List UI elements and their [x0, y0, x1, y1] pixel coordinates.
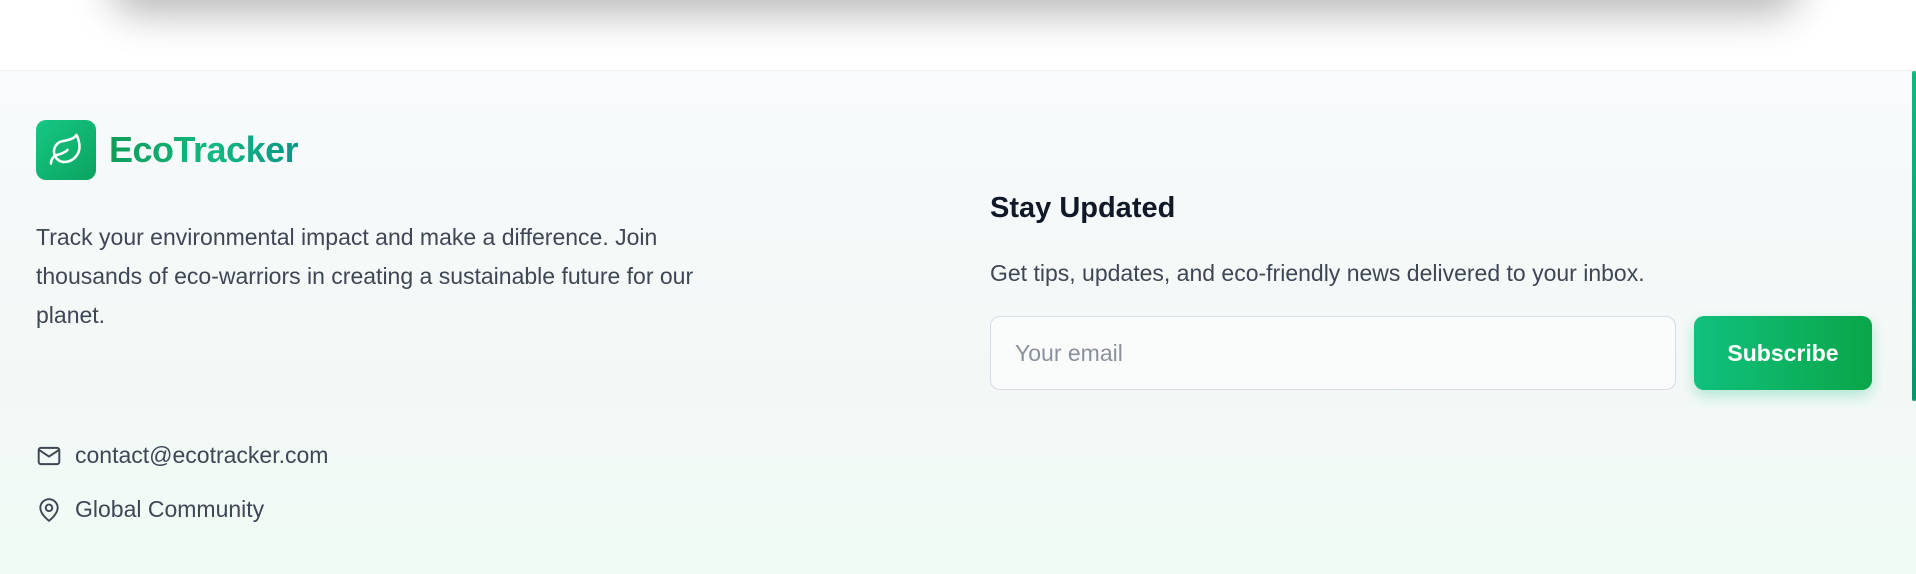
newsletter-description: Get tips, updates, and eco-friendly news… [990, 260, 1645, 286]
contact-email-link[interactable]: contact@ecotracker.com [75, 442, 328, 469]
contact-location-row: Global Community [36, 496, 264, 523]
newsletter-email-input[interactable] [990, 316, 1676, 390]
brand-logo-link[interactable]: EcoTracker [36, 120, 299, 180]
newsletter-title: Stay Updated [990, 192, 1176, 224]
leaf-icon [49, 133, 81, 165]
subscribe-button[interactable]: Subscribe [1694, 316, 1872, 390]
contact-location: Global Community [75, 496, 265, 522]
contact-email-row: contact@ecotracker.com [36, 442, 328, 469]
mail-icon [36, 443, 62, 469]
logo-badge [36, 120, 96, 180]
brand-description: Track your environmental impact and make… [36, 224, 694, 328]
previous-section [0, 0, 1916, 70]
brand-name: EcoTracker [109, 129, 299, 170]
scrollbar-thumb[interactable] [1912, 71, 1916, 401]
map-pin-icon [36, 497, 62, 523]
